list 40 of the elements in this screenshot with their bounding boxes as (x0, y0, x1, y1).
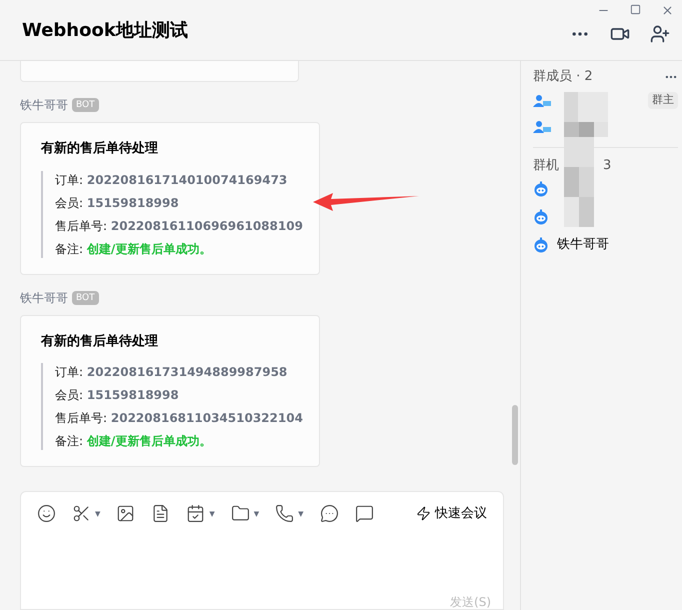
calendar-check-icon[interactable] (186, 504, 206, 524)
document-icon[interactable] (151, 504, 170, 524)
sender-name: 铁牛哥哥 (20, 97, 68, 114)
add-member-icon[interactable] (650, 24, 670, 44)
phone-icon[interactable] (275, 504, 294, 524)
bot-tag: BOT (72, 98, 99, 112)
robot-name: 铁牛哥哥 (557, 236, 609, 254)
message-field: 订单: 202208161731494889987958 (55, 363, 288, 381)
message-field: 会员: 15159818998 (55, 194, 179, 212)
quick-meeting-button[interactable]: 快速会议 (416, 504, 487, 524)
image-icon[interactable] (116, 504, 136, 524)
sender-name: 铁牛哥哥 (20, 290, 68, 306)
maximize-icon[interactable] (630, 4, 641, 15)
message-field: 会员: 15159818998 (55, 386, 179, 404)
window-title: Webhook地址测试 (22, 18, 188, 42)
bot-tag: BOT (72, 290, 99, 304)
message-field: 备注: 创建/更新售后单成功。 (55, 432, 212, 450)
scrollbar[interactable] (512, 405, 518, 465)
folder-icon[interactable] (230, 504, 250, 524)
message-field: 订单: 202208161714010074169473 (55, 170, 288, 188)
message-title: 有新的售后单待处理 (41, 140, 159, 158)
message-field: 备注: 创建/更新售后单成功。 (55, 240, 212, 258)
robot-icon (533, 209, 549, 225)
lightning-icon (416, 506, 431, 522)
robots-title: 群机 (533, 156, 559, 174)
close-icon[interactable] (661, 4, 674, 17)
robot-icon (533, 181, 549, 197)
member-icon (533, 94, 551, 108)
message-title: 有新的售后单待处理 (41, 332, 159, 350)
message-field: 售后单号: 20220816110696961088109 (55, 216, 303, 234)
robot-icon (533, 237, 549, 253)
emoji-icon[interactable] (37, 504, 56, 524)
more-chat-icon[interactable] (320, 504, 339, 524)
chat-bubble-icon[interactable] (354, 504, 374, 524)
members-title: 群成员 · 2 (533, 68, 593, 86)
owner-tag: 群主 (648, 92, 678, 109)
member-icon (533, 120, 551, 134)
scissors-icon[interactable] (72, 504, 91, 524)
message-field: 售后单号: 20220816811034510322104 (55, 409, 303, 427)
robots-count: 3 (603, 156, 612, 174)
